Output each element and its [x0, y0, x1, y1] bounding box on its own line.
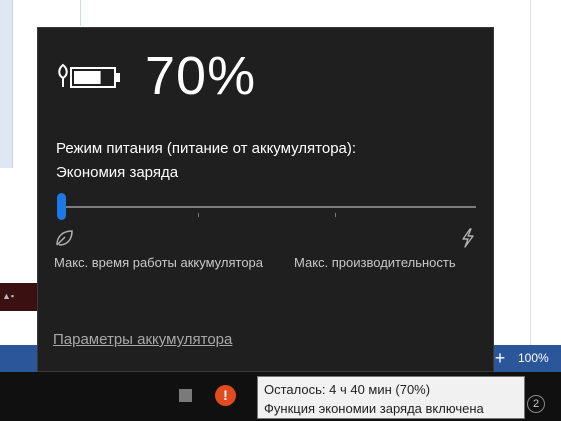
slider-tick: [198, 213, 199, 217]
alert-icon[interactable]: !: [215, 385, 236, 406]
power-mode-slider-thumb[interactable]: [57, 193, 66, 220]
lightning-icon: [462, 228, 474, 248]
power-mode-slider-track[interactable]: [60, 206, 476, 208]
battery-flyout: 70% Режим питания (питание от аккумулято…: [37, 27, 494, 372]
leaf-icon: [56, 230, 73, 246]
background-window-right: [494, 0, 561, 345]
battery-tooltip: Осталось: 4 ч 40 мин (70%) Функция эконо…: [257, 376, 525, 419]
battery-icon: [58, 63, 120, 88]
tooltip-saver-status: Функция экономии заряда включена: [264, 401, 484, 416]
battery-percent: 70%: [145, 46, 257, 106]
zoom-level[interactable]: 100%: [518, 345, 549, 372]
slider-min-label: Макс. время работы аккумулятора: [54, 255, 264, 270]
background-divider: [80, 0, 81, 26]
power-mode-label: Режим питания (питание от аккумулятора):: [56, 140, 357, 157]
power-mode-value: Экономия заряда: [56, 164, 179, 181]
background-divider-right: [530, 0, 531, 345]
slider-max-label: Макс. производительность: [294, 255, 456, 270]
background-dark-thumbnail: ▲▪: [0, 283, 38, 311]
slider-tick: [335, 213, 336, 217]
notification-badge[interactable]: 2: [527, 395, 545, 413]
background-side-panel: [0, 0, 13, 168]
tooltip-remaining-time: Осталось: 4 ч 40 мин (70%): [264, 382, 431, 397]
battery-settings-link[interactable]: Параметры аккумулятора: [53, 331, 232, 348]
thumbnail-glyph: ▲▪: [2, 291, 15, 301]
taskbar-app-icon[interactable]: [179, 389, 192, 402]
